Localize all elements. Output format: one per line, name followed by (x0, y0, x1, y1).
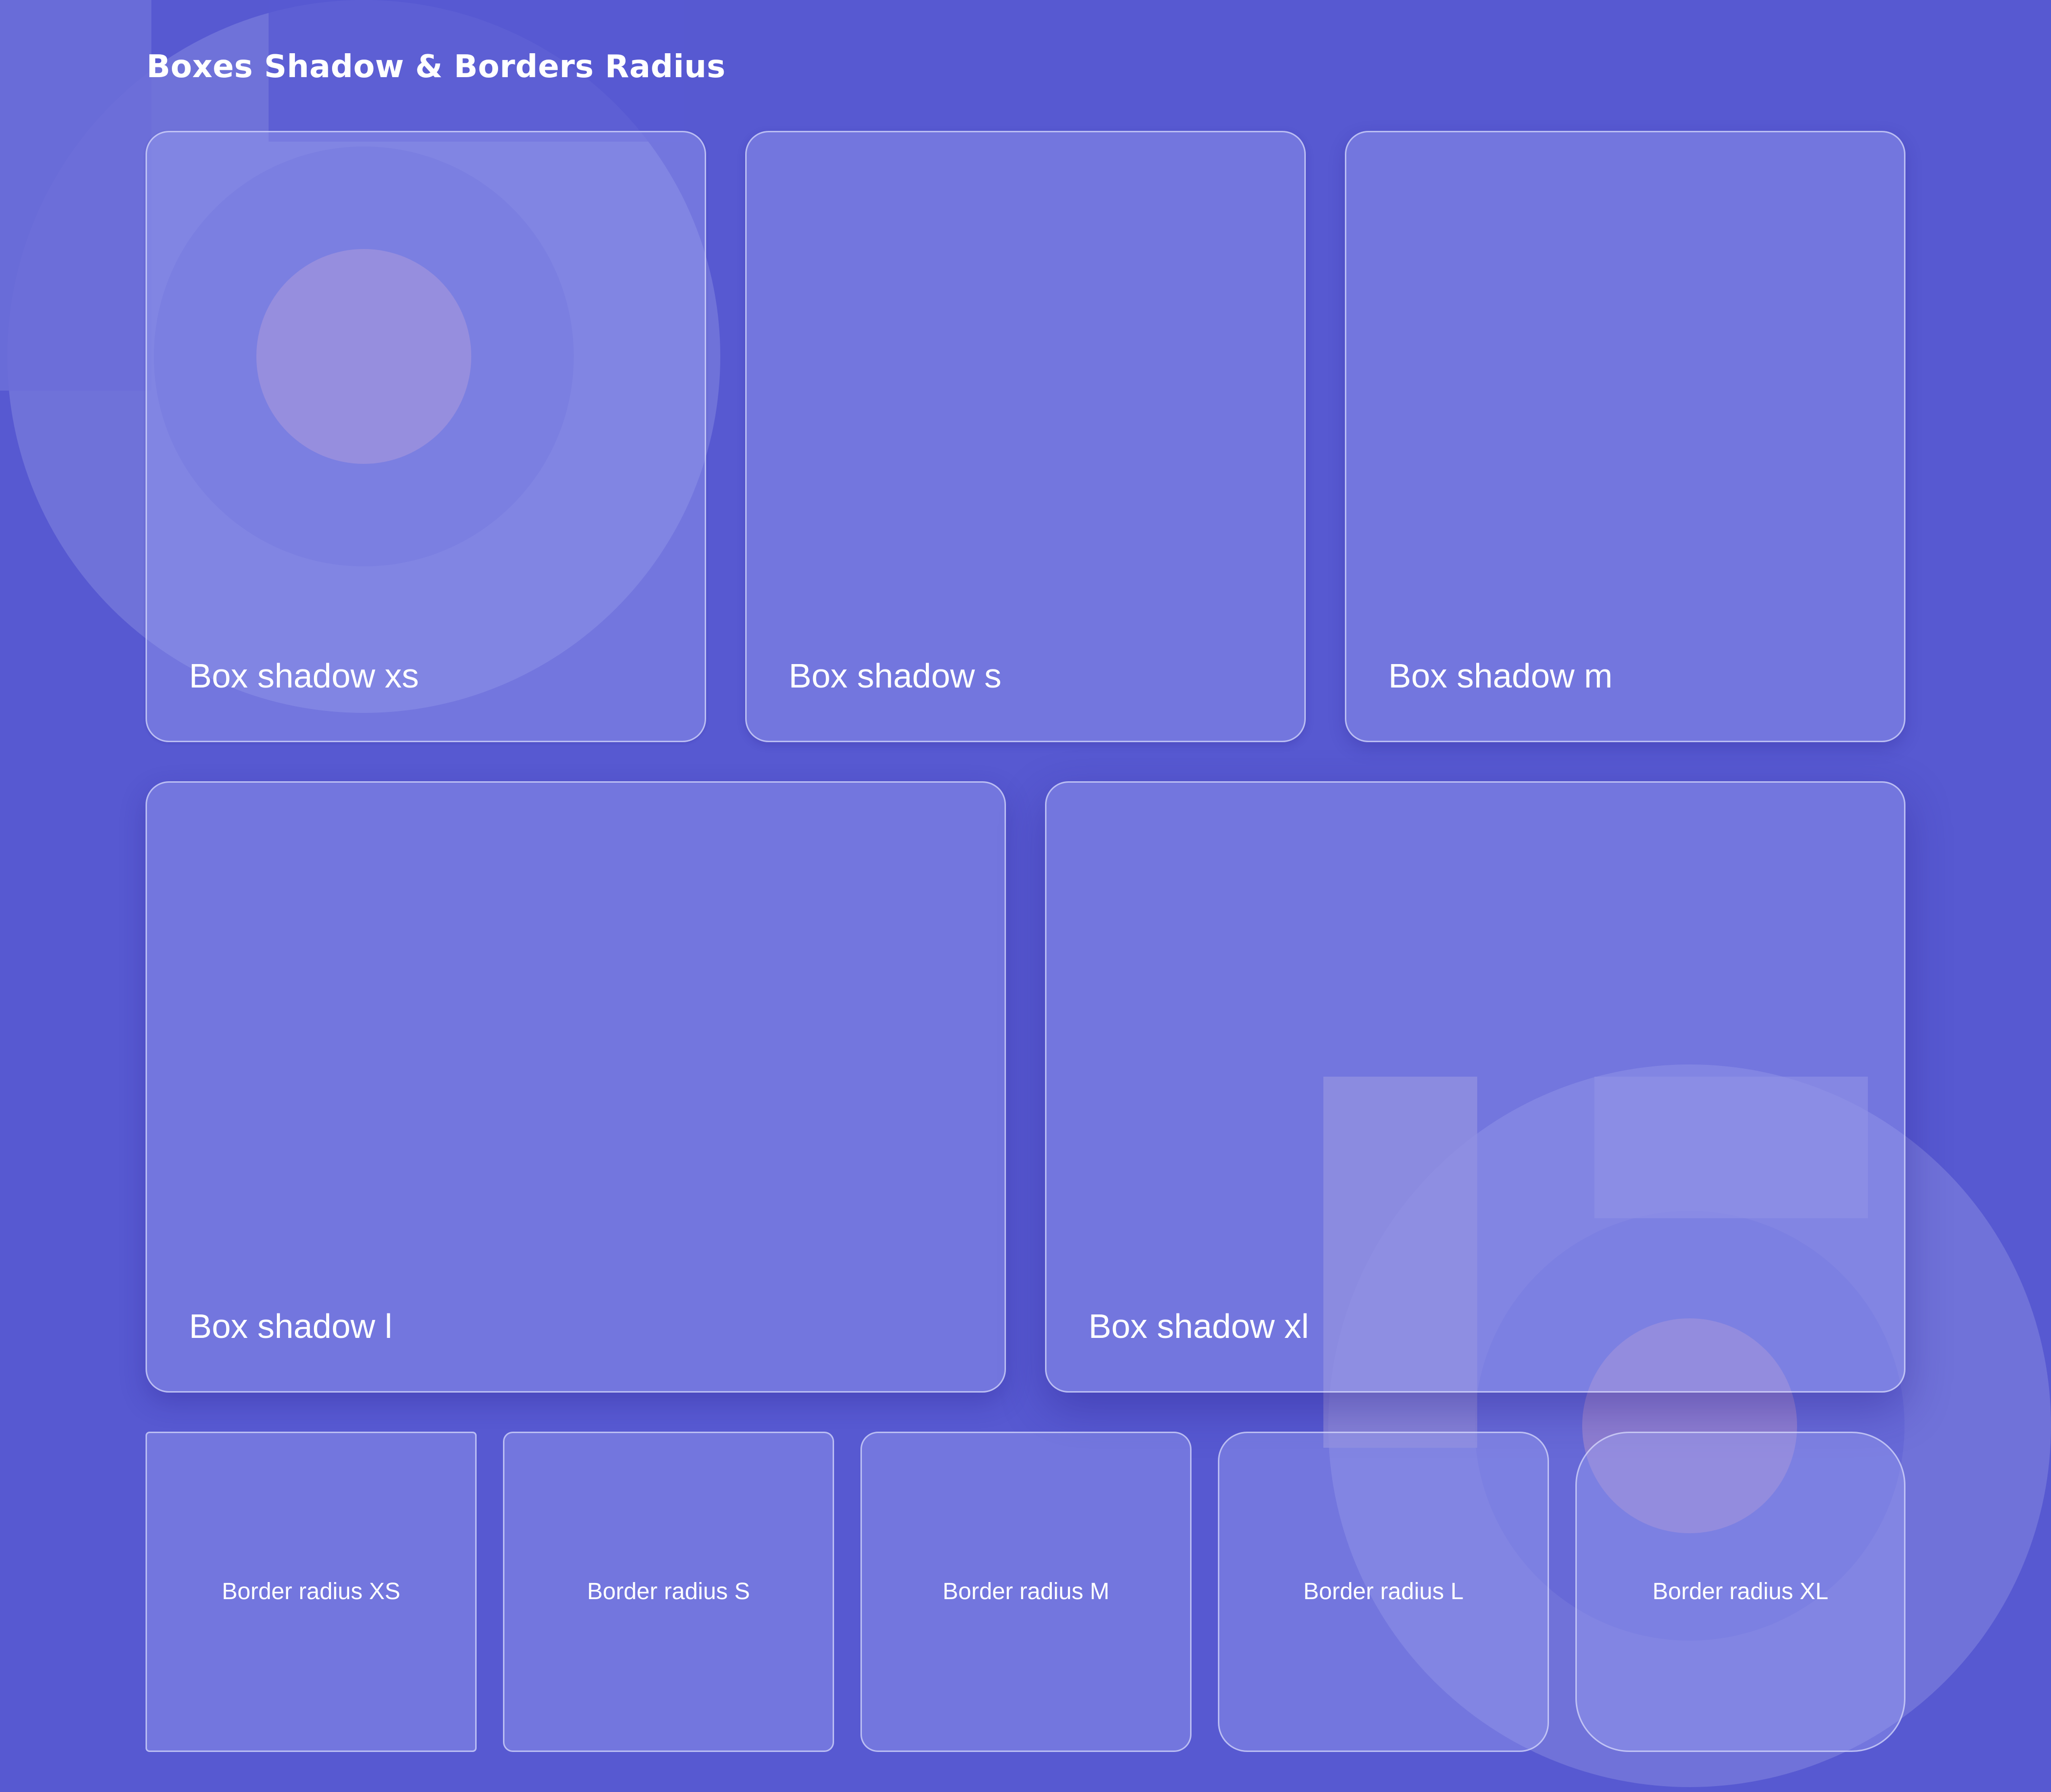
border-radius-s-card: Border radius S (503, 1432, 834, 1752)
border-radius-m-label: Border radius M (942, 1579, 1109, 1604)
border-radius-xs-card: Border radius XS (146, 1432, 477, 1752)
box-shadow-s-label: Box shadow s (789, 657, 1002, 695)
border-radius-l-label: Border radius L (1303, 1579, 1464, 1604)
border-radius-xs-label: Border radius XS (222, 1579, 400, 1604)
box-shadow-xl-label: Box shadow xl (1088, 1307, 1309, 1345)
border-radius-m-card: Border radius M (860, 1432, 1192, 1752)
box-shadow-xl-card: Box shadow xl (1045, 781, 1905, 1393)
border-radius-xl-card: Border radius XL (1575, 1432, 1905, 1752)
border-radius-xl-label: Border radius XL (1652, 1579, 1829, 1604)
box-shadow-s-card: Box shadow s (745, 131, 1306, 742)
page-title: Boxes Shadow & Borders Radius (146, 49, 726, 85)
box-shadow-xs-label: Box shadow xs (189, 657, 419, 695)
border-radius-s-label: Border radius S (587, 1579, 750, 1604)
box-shadow-m-label: Box shadow m (1388, 657, 1613, 695)
border-radius-l-card: Border radius L (1218, 1432, 1549, 1752)
box-shadow-l-card: Box shadow l (146, 781, 1006, 1393)
box-shadow-l-label: Box shadow l (189, 1307, 393, 1345)
box-shadow-m-card: Box shadow m (1345, 131, 1905, 742)
box-shadow-xs-card: Box shadow xs (146, 131, 706, 742)
